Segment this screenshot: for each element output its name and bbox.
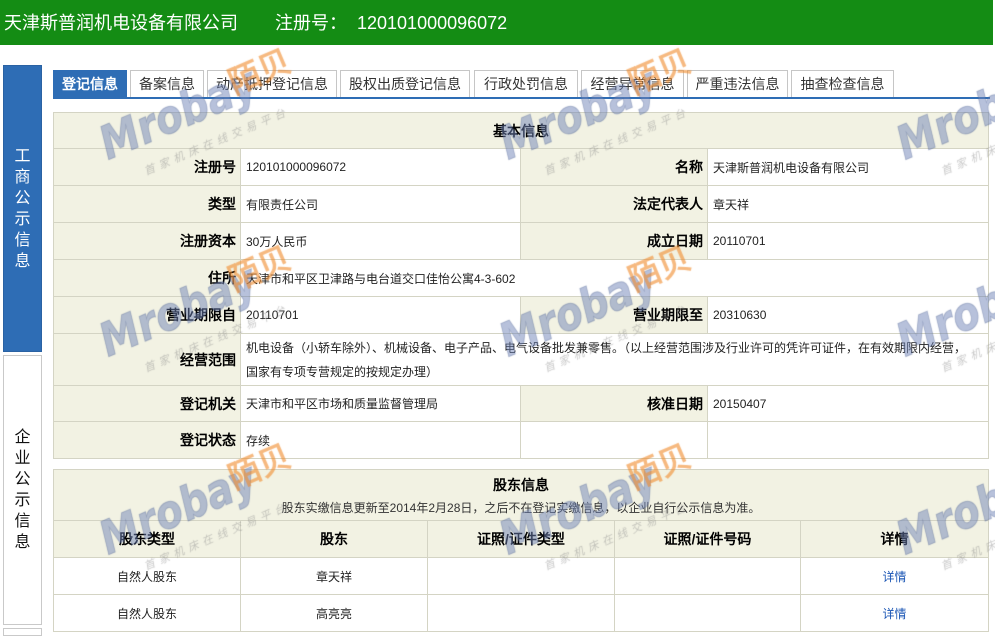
value-name: 天津斯普润机电设备有限公司 [707, 148, 989, 186]
value-status: 存续 [240, 421, 521, 459]
sidebar-tab-partial[interactable] [3, 628, 42, 636]
value-type: 有限责任公司 [240, 185, 521, 223]
tab-serious-violation[interactable]: 严重违法信息 [687, 70, 788, 97]
column-header: 股东 [240, 520, 428, 558]
sidebar-tab-label: 工商公示信息 [14, 147, 31, 270]
table-row: 类型 有限责任公司 法定代表人 章天祥 [53, 185, 989, 223]
table-header-row: 股东类型 股东 证照/证件类型 证照/证件号码 详情 [53, 520, 990, 558]
label-type: 类型 [53, 185, 241, 223]
header-reg-label: 注册号： [275, 13, 347, 33]
basic-info-title: 基本信息 [53, 112, 989, 149]
value-address: 天津市和平区卫津路与电台道交口佳怡公寓4-3-602 [240, 259, 989, 297]
label-term-from: 营业期限自 [53, 296, 241, 334]
label-authority: 登记机关 [53, 385, 241, 422]
label-status: 登记状态 [53, 421, 241, 459]
shareholder-type: 自然人股东 [53, 594, 241, 632]
column-header: 详情 [799, 520, 990, 558]
empty-cell [707, 421, 989, 459]
label-name: 名称 [520, 148, 708, 186]
shareholder-table: 股东信息 股东实缴信息更新至2014年2月28日，之后不在登记实缴信息，以企业自… [52, 469, 990, 632]
tab-administrative-penalty[interactable]: 行政处罚信息 [474, 70, 578, 97]
label-term-to: 营业期限至 [520, 296, 708, 334]
table-row: 经营范围 机电设备（小轿车除外）、机械设备、电子产品、电气设备批发兼零售。（以上… [53, 333, 989, 386]
tab-underline [53, 97, 990, 99]
label-reg-capital: 注册资本 [53, 222, 241, 260]
tab-equity-pledge[interactable]: 股权出质登记信息 [340, 70, 470, 97]
company-header: 天津斯普润机电设备有限公司 注册号： 120101000096072 [0, 0, 993, 45]
shareholder-detail-link[interactable]: 详情 [883, 570, 907, 584]
shareholder-detail-cell: 详情 [799, 594, 990, 632]
tab-registration-info[interactable]: 登记信息 [53, 70, 127, 97]
table-row: 营业期限自 20110701 营业期限至 20310630 [53, 296, 989, 334]
shareholder-title: 股东信息 [493, 477, 550, 493]
shareholder-type: 自然人股东 [53, 557, 241, 595]
table-row: 登记状态 存续 [53, 421, 989, 459]
table-row: 自然人股东 章天祥 详情 [53, 557, 990, 595]
table-row: 住所 天津市和平区卫津路与电台道交口佳怡公寓4-3-602 [53, 259, 989, 297]
table-row: 注册资本 30万人民币 成立日期 20110701 [53, 222, 989, 260]
label-approval-date: 核准日期 [520, 385, 708, 422]
label-legal-rep: 法定代表人 [520, 185, 708, 223]
label-business-scope: 经营范围 [53, 333, 241, 386]
shareholder-id-type [427, 594, 615, 632]
shareholder-note: 股东实缴信息更新至2014年2月28日，之后不在登记实缴信息，以企业自行公示信息… [281, 501, 761, 515]
table-caption-row: 股东信息 股东实缴信息更新至2014年2月28日，之后不在登记实缴信息，以企业自… [52, 469, 990, 521]
page: 天津斯普润机电设备有限公司 注册号： 120101000096072 工商公示信… [0, 0, 995, 636]
table-row: 登记机关 天津市和平区市场和质量监督管理局 核准日期 20150407 [53, 385, 989, 422]
shareholder-id-type [427, 557, 615, 595]
value-authority: 天津市和平区市场和质量监督管理局 [240, 385, 521, 422]
table-row: 自然人股东 高亮亮 详情 [53, 594, 990, 632]
tab-filing-info[interactable]: 备案信息 [130, 70, 204, 97]
column-header: 股东类型 [53, 520, 241, 558]
shareholder-detail-cell: 详情 [799, 557, 990, 595]
sidebar-tab-enterprise-publicity[interactable]: 企业公示信息 [3, 355, 42, 625]
tab-abnormal-operation[interactable]: 经营异常信息 [581, 70, 684, 97]
sidebar-tab-business-publicity[interactable]: 工商公示信息 [3, 65, 42, 352]
tab-spot-check[interactable]: 抽查检查信息 [791, 70, 894, 97]
value-term-from: 20110701 [240, 296, 521, 334]
value-reg-no: 120101000096072 [240, 148, 521, 186]
label-established: 成立日期 [520, 222, 708, 260]
header-reg-number: 120101000096072 [357, 13, 508, 33]
shareholder-name: 高亮亮 [240, 594, 428, 632]
value-business-scope: 机电设备（小轿车除外）、机械设备、电子产品、电气设备批发兼零售。（以上经营范围涉… [240, 333, 989, 386]
shareholder-detail-link[interactable]: 详情 [883, 607, 907, 621]
value-approval-date: 20150407 [707, 385, 989, 422]
label-reg-no: 注册号 [53, 148, 241, 186]
value-legal-rep: 章天祥 [707, 185, 989, 223]
tab-chattel-mortgage[interactable]: 动产抵押登记信息 [207, 70, 337, 97]
table-row: 注册号 120101000096072 名称 天津斯普润机电设备有限公司 [53, 148, 989, 186]
header-company-name: 天津斯普润机电设备有限公司 [4, 13, 238, 33]
column-header: 证照/证件类型 [427, 520, 615, 558]
shareholder-id-number [614, 557, 801, 595]
value-reg-capital: 30万人民币 [240, 222, 521, 260]
shareholder-id-number [614, 594, 801, 632]
value-established: 20110701 [707, 222, 989, 260]
shareholder-caption: 股东信息 股东实缴信息更新至2014年2月28日，之后不在登记实缴信息，以企业自… [52, 469, 990, 521]
sidebar-tab-label: 企业公示信息 [14, 429, 31, 551]
label-address: 住所 [53, 259, 241, 297]
basic-info-table: 基本信息 注册号 120101000096072 名称 天津斯普润机电设备有限公… [53, 112, 989, 459]
table-caption-row: 基本信息 [53, 112, 989, 149]
empty-cell [520, 421, 708, 459]
shareholder-name: 章天祥 [240, 557, 428, 595]
value-term-to: 20310630 [707, 296, 989, 334]
column-header: 证照/证件号码 [614, 520, 801, 558]
